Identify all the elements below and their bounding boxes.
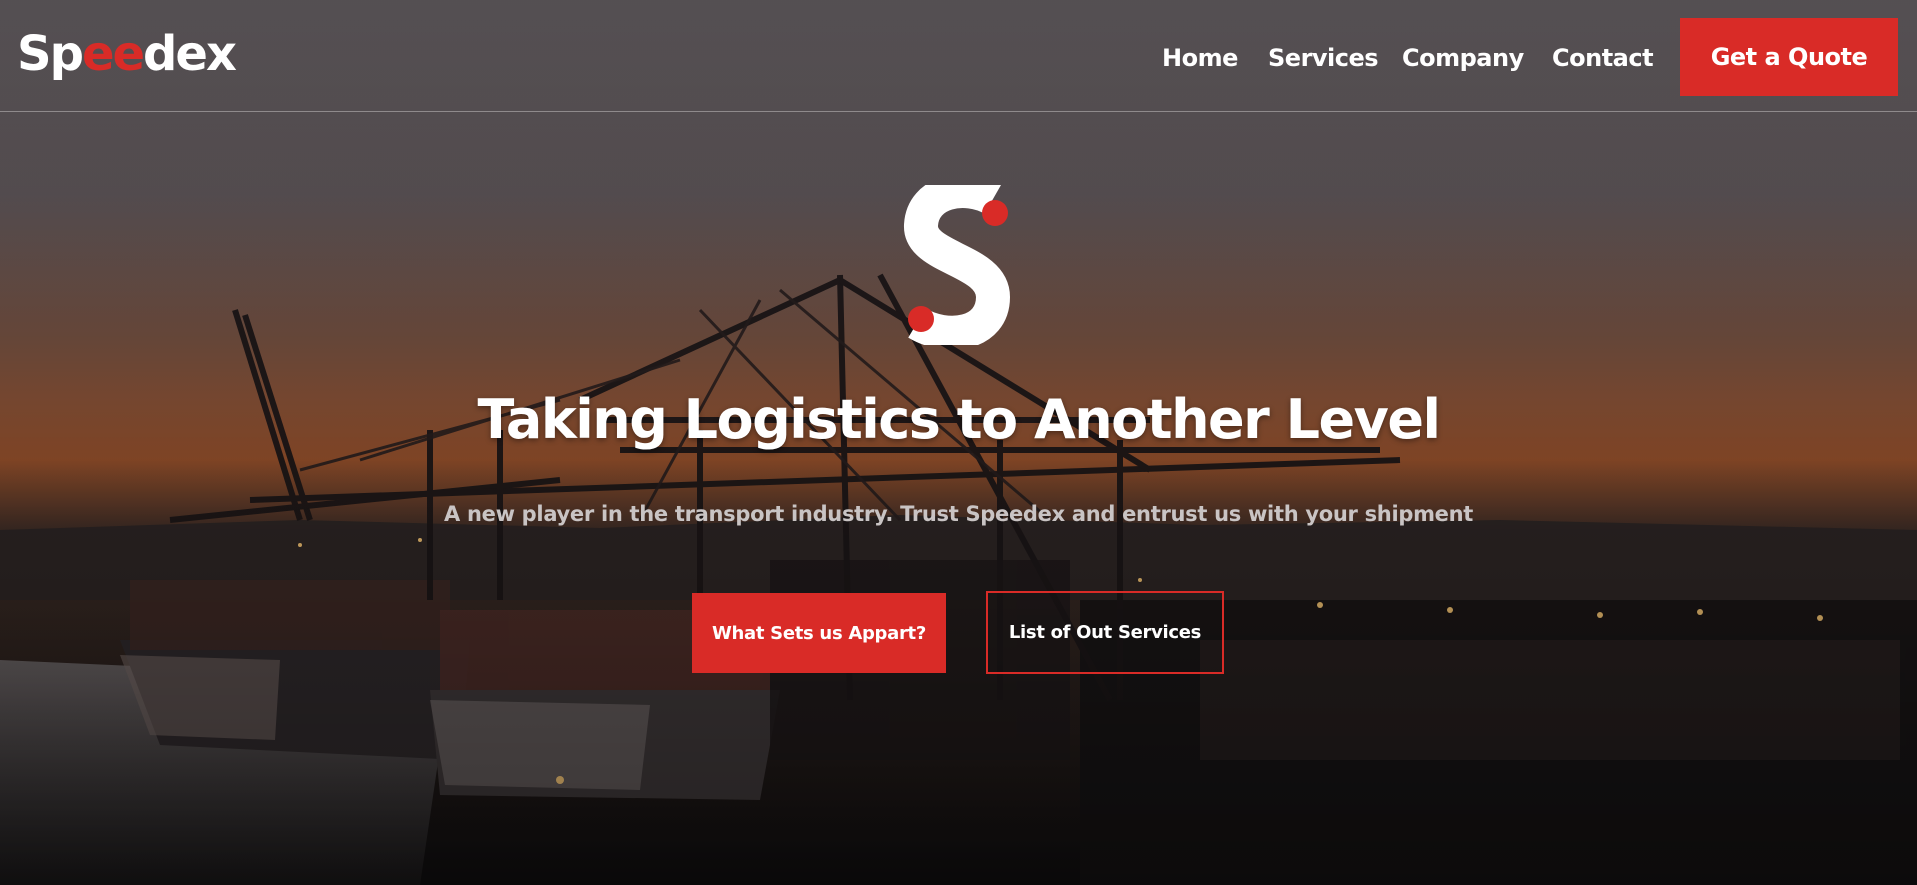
speedex-s-logo-icon <box>895 174 1025 350</box>
list-of-services-button[interactable]: List of Out Services <box>986 591 1224 674</box>
brand-name-end: dex <box>143 26 237 82</box>
brand-name-accent: ee <box>81 26 145 82</box>
what-sets-us-apart-button[interactable]: What Sets us Appart? <box>692 593 946 673</box>
hero-title: Taking Logistics to Another Level <box>477 388 1441 451</box>
nav-contact[interactable]: Contact <box>1552 36 1654 80</box>
site-header: Speedex Home Services Company Contact Ge… <box>0 0 1917 112</box>
nav-company[interactable]: Company <box>1402 36 1524 80</box>
nav-services[interactable]: Services <box>1268 36 1379 80</box>
brand-name-start: Sp <box>17 26 84 82</box>
hero-subtitle: A new player in the transport industry. … <box>444 502 1473 526</box>
brand-logo[interactable]: Speedex <box>17 24 237 84</box>
get-a-quote-button[interactable]: Get a Quote <box>1680 18 1898 96</box>
nav-home[interactable]: Home <box>1162 36 1238 80</box>
